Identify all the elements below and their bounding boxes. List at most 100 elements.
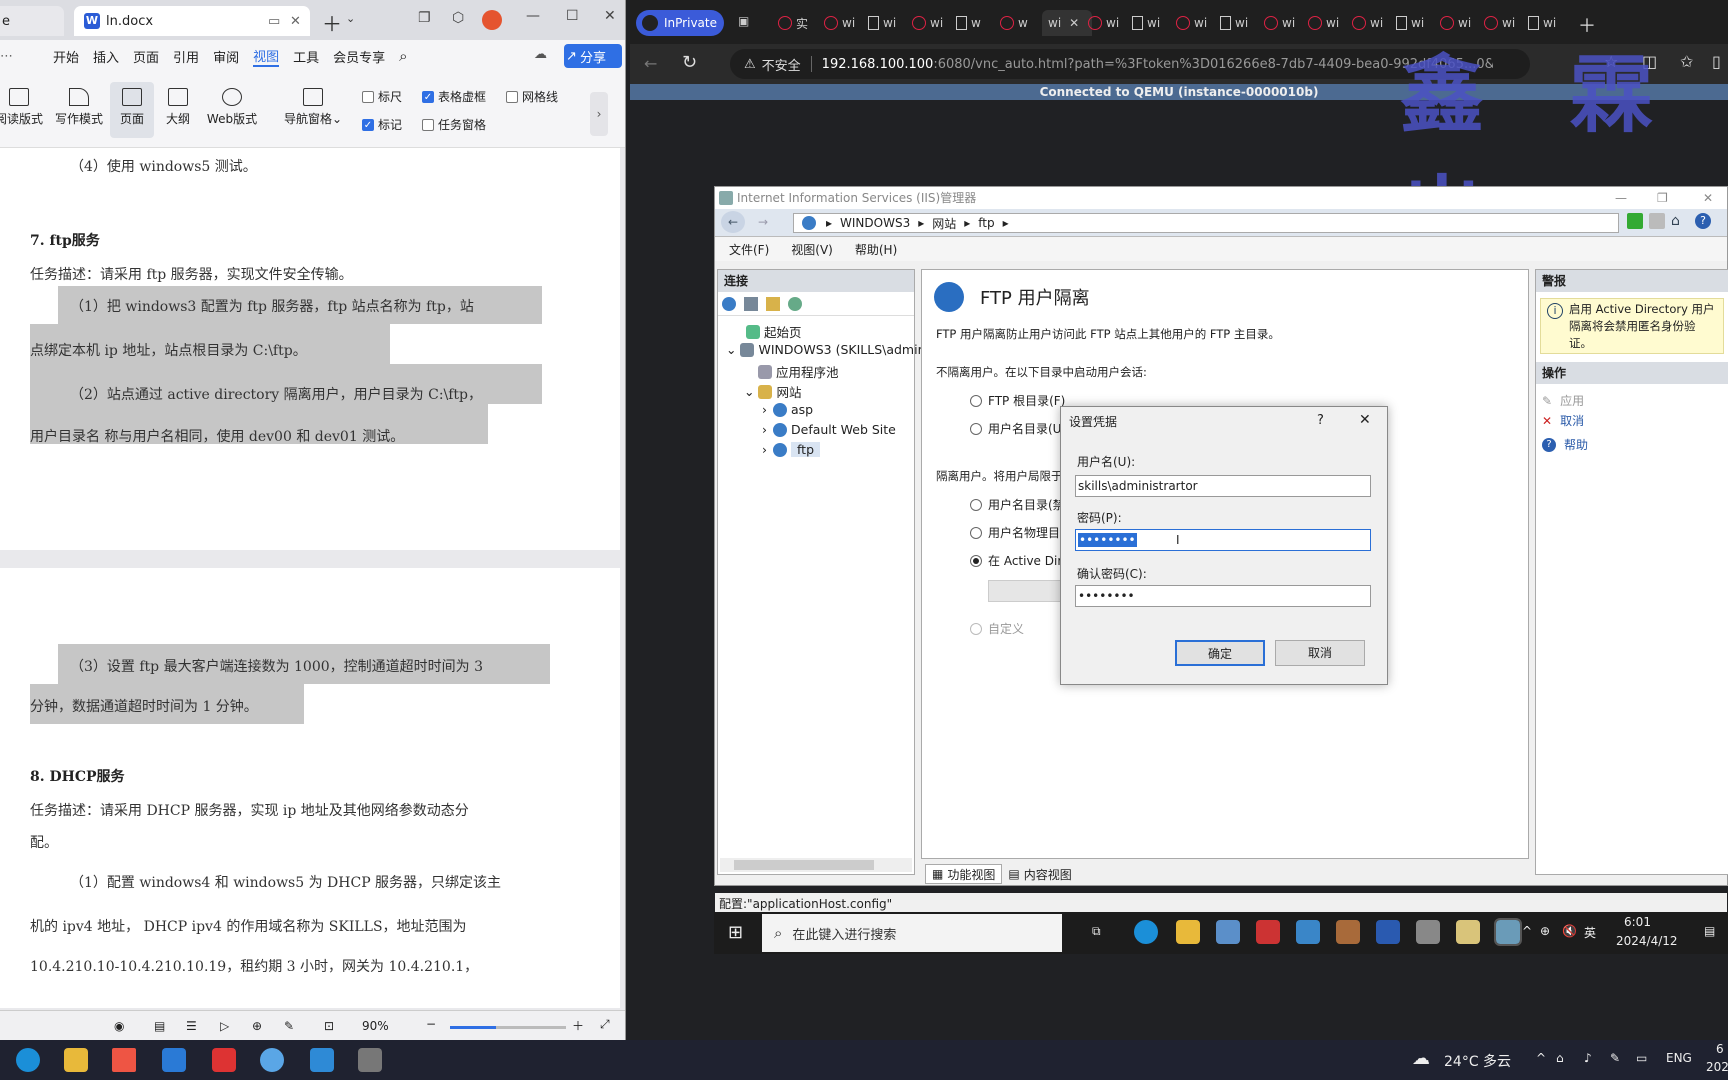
- cloud-chat-icon[interactable]: ☁: [534, 47, 547, 62]
- expand-icon[interactable]: ›: [762, 442, 767, 457]
- radio-user-dir-disabled[interactable]: 用户名目录(禁: [970, 496, 1065, 513]
- read-mode-button[interactable]: 阅读版式: [0, 88, 44, 127]
- minimize-icon[interactable]: —: [526, 8, 540, 24]
- page-view-icon[interactable]: ▤: [154, 1019, 165, 1033]
- tree-item-sites[interactable]: ⌄ 网站: [744, 382, 802, 401]
- toolbox-icon[interactable]: [1256, 920, 1280, 944]
- volume-icon[interactable]: ♪: [1584, 1051, 1592, 1065]
- forward-icon[interactable]: →: [751, 211, 775, 233]
- file-explorer-icon[interactable]: [64, 1048, 88, 1072]
- folder-up-icon[interactable]: [766, 296, 780, 311]
- edge-icon[interactable]: [1134, 920, 1158, 944]
- close-icon[interactable]: ✕: [1069, 16, 1079, 30]
- vm-search-box[interactable]: ⌕ 在此键入进行搜索: [762, 914, 1062, 952]
- breadcrumb-item[interactable]: ftp: [978, 216, 994, 230]
- expand-icon[interactable]: ›: [762, 402, 767, 417]
- set-credentials-button[interactable]: [988, 580, 1068, 602]
- username-field[interactable]: skills\administrartor: [1075, 475, 1371, 497]
- expand-icon[interactable]: ›: [762, 422, 767, 437]
- help-icon[interactable]: ?: [1695, 213, 1711, 229]
- tree-item-app-pools[interactable]: 应用程序池: [758, 362, 839, 381]
- ruler-checkbox[interactable]: 标尺: [362, 88, 402, 105]
- package-icon[interactable]: [1336, 920, 1360, 944]
- marks-checkbox[interactable]: ✓ 标记: [362, 116, 402, 133]
- tree-item-server[interactable]: ⌄ WINDOWS3 (SKILLS\admir: [726, 342, 923, 357]
- ok-button[interactable]: 确定: [1175, 640, 1265, 666]
- tray-chevron-icon[interactable]: ^: [1536, 1051, 1546, 1065]
- task-view-icon[interactable]: ⧉: [1092, 924, 1101, 939]
- browser-tab[interactable]: w: [956, 10, 994, 36]
- users-icon[interactable]: [1456, 920, 1480, 944]
- browser-tab-active[interactable]: wi ✕: [1042, 10, 1092, 36]
- menu-reference[interactable]: 引用: [173, 47, 199, 66]
- tray-chevron-icon[interactable]: ^: [1522, 924, 1532, 938]
- fit-page-icon[interactable]: ⊡: [324, 1019, 334, 1033]
- help-button[interactable]: ?: [1317, 413, 1324, 428]
- weather-text[interactable]: 24°C 多云: [1444, 1051, 1511, 1071]
- search-icon[interactable]: ⌕: [399, 47, 407, 65]
- mail-icon[interactable]: [162, 1048, 186, 1072]
- tab-actions-icon[interactable]: ▣: [738, 14, 749, 28]
- content-view-tab[interactable]: ▤ 内容视图: [1002, 864, 1077, 884]
- apply-action[interactable]: ✎ 应用: [1542, 392, 1584, 409]
- radio-ftp-root[interactable]: FTP 根目录(F): [970, 392, 1065, 409]
- breadcrumb-item[interactable]: WINDOWS3: [840, 216, 910, 230]
- menu-page[interactable]: 页面: [133, 47, 159, 66]
- browser-tab[interactable]: wi: [824, 10, 862, 36]
- minimize-icon[interactable]: —: [1615, 187, 1627, 209]
- cube-icon[interactable]: ⬡: [452, 10, 464, 26]
- browser-tab[interactable]: wi: [1308, 10, 1346, 36]
- go-icon[interactable]: [1627, 213, 1643, 229]
- back-icon[interactable]: ←: [644, 54, 657, 73]
- back-icon[interactable]: ←: [721, 211, 745, 233]
- browser-tab[interactable]: wi: [1220, 10, 1258, 36]
- computer-icon[interactable]: [1296, 920, 1320, 944]
- radio-user-dir[interactable]: 用户名目录(U: [970, 420, 1061, 437]
- close-window-icon[interactable]: ✕: [604, 8, 616, 24]
- menu-view[interactable]: 视图: [253, 46, 280, 67]
- maximize-icon[interactable]: ☐: [566, 8, 579, 24]
- globe-icon[interactable]: ⊕: [252, 1019, 262, 1033]
- scrollbar-thumb[interactable]: [734, 860, 874, 870]
- menu-file[interactable]: 文件(F): [729, 241, 769, 258]
- radio-custom[interactable]: 自定义: [970, 620, 1024, 637]
- photos-icon[interactable]: [260, 1048, 284, 1072]
- tree-item-ftp[interactable]: › ftp: [762, 442, 821, 457]
- close-icon[interactable]: ✕: [290, 14, 301, 29]
- browser-tab[interactable]: w: [1000, 10, 1038, 36]
- browser-tab[interactable]: 实: [778, 10, 816, 36]
- disconnect-icon[interactable]: [788, 296, 802, 311]
- radio-user-physical[interactable]: 用户名物理目: [970, 524, 1060, 541]
- pen-icon[interactable]: ✎: [284, 1019, 294, 1033]
- menu-member[interactable]: 会员专享: [333, 47, 385, 66]
- browser-tab[interactable]: wi: [912, 10, 950, 36]
- edge-icon[interactable]: [16, 1048, 40, 1072]
- collapse-icon[interactable]: ⌄: [744, 384, 754, 399]
- feature-view-tab[interactable]: ▦ 功能视图: [925, 864, 1003, 884]
- window-restore-icon[interactable]: ❐: [418, 10, 431, 26]
- radio-active-directory[interactable]: 在 Active Dire: [970, 552, 1069, 569]
- save-icon[interactable]: [744, 296, 758, 311]
- ime-indicator[interactable]: 英: [1584, 924, 1596, 941]
- table-gridlines-checkbox[interactable]: ✓ 表格虚框: [422, 88, 486, 105]
- browser-tab[interactable]: wi: [1176, 10, 1214, 36]
- todo-icon[interactable]: [310, 1048, 334, 1072]
- powershell-icon[interactable]: [1376, 920, 1400, 944]
- write-mode-button[interactable]: 写作模式: [54, 88, 104, 127]
- menu-tools[interactable]: 工具: [293, 47, 319, 66]
- web-layout-button[interactable]: Web版式: [204, 88, 260, 127]
- iis-taskbar-icon[interactable]: [1494, 918, 1522, 946]
- menu-view[interactable]: 视图(V): [791, 241, 833, 258]
- monitor-icon[interactable]: ▭: [268, 14, 280, 29]
- drive-icon[interactable]: [1416, 920, 1440, 944]
- menu-insert[interactable]: 插入: [93, 47, 119, 66]
- refresh-icon[interactable]: ↻: [682, 52, 697, 73]
- nav-pane-button[interactable]: 导航窗格⌄: [282, 88, 344, 127]
- menu-review[interactable]: 审阅: [213, 47, 239, 66]
- connect-icon[interactable]: [722, 296, 736, 311]
- avatar[interactable]: [482, 10, 502, 30]
- browser-tab[interactable]: wi: [1352, 10, 1390, 36]
- tree-item-default-site[interactable]: › Default Web Site: [762, 422, 896, 437]
- weather-icon[interactable]: ☁: [1412, 1048, 1430, 1069]
- ribbon-scroll-right-button[interactable]: ›: [590, 92, 608, 136]
